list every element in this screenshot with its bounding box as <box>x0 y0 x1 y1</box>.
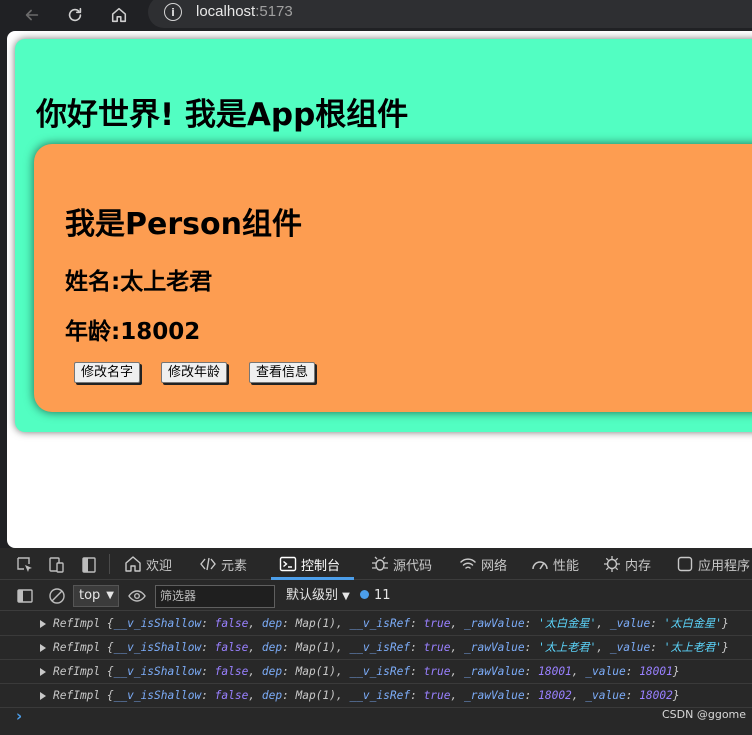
home-icon[interactable] <box>107 3 131 27</box>
reload-icon[interactable] <box>63 3 87 27</box>
tab-divider <box>109 554 110 574</box>
log-level-select[interactable]: 默认级别 ▼ <box>286 585 350 608</box>
tab-console[interactable]: 控制台 <box>270 548 355 580</box>
app-root-component: 你好世界! 我是App根组件 我是Person组件 姓名:太上老君 年龄:180… <box>15 39 752 432</box>
tab-label: 欢迎 <box>146 558 173 574</box>
devtools-tab-bar: 欢迎 元素 控制台 源代码 网络 性能 内存 应用程序 <box>0 548 752 580</box>
tab-label: 源代码 <box>393 558 433 574</box>
issue-icon <box>360 590 369 599</box>
tab-label: 应用程序 <box>698 558 751 574</box>
person-name: 姓名:太上老君 <box>65 269 213 295</box>
eye-icon[interactable] <box>128 587 146 605</box>
expand-arrow-icon[interactable] <box>40 668 46 676</box>
wifi-icon <box>460 558 476 569</box>
devtools-panel: 欢迎 元素 控制台 源代码 网络 性能 内存 应用程序 top ▼ 筛选器 默认… <box>0 548 752 735</box>
expand-arrow-icon[interactable] <box>40 644 46 652</box>
log-text: RefImpl {__v_isShallow: false, dep: Map(… <box>53 617 729 630</box>
log-text: RefImpl {__v_isShallow: false, dep: Map(… <box>53 689 680 702</box>
log-level-value: 默认级别 <box>286 588 339 603</box>
page-viewport: 你好世界! 我是App根组件 我是Person组件 姓名:太上老君 年龄:180… <box>7 31 752 548</box>
person-component: 我是Person组件 姓名:太上老君 年龄:18002 修改名字 修改年龄 查看… <box>34 144 752 412</box>
tab-application[interactable]: 应用程序 <box>676 548 750 580</box>
log-text: RefImpl {__v_isShallow: false, dep: Map(… <box>53 665 680 678</box>
application-icon <box>677 556 693 572</box>
tab-network[interactable]: 网络 <box>459 548 507 580</box>
console-log-entry[interactable]: RefImpl {__v_isShallow: false, dep: Map(… <box>0 684 752 708</box>
url-text[interactable]: localhost:5173 <box>196 3 293 21</box>
chevron-down-icon: ▼ <box>106 590 114 601</box>
tab-label: 性能 <box>553 558 580 574</box>
change-name-button[interactable]: 修改名字 <box>74 362 141 383</box>
app-title: 你好世界! 我是App根组件 <box>36 97 409 133</box>
console-filter-bar: top ▼ 筛选器 默认级别 ▼ 11 <box>0 581 752 611</box>
issues-count: 11 <box>374 588 391 603</box>
tab-sources[interactable]: 源代码 <box>371 548 432 580</box>
clear-console-icon[interactable] <box>48 587 66 605</box>
expand-arrow-icon[interactable] <box>40 692 46 700</box>
person-age: 年龄:18002 <box>65 319 201 345</box>
context-value: top <box>79 588 101 603</box>
tab-label: 元素 <box>221 558 248 574</box>
issues-counter[interactable]: 11 <box>360 585 391 607</box>
back-icon[interactable] <box>20 3 44 27</box>
console-icon <box>279 556 297 572</box>
sidebar-toggle-icon[interactable] <box>16 587 34 605</box>
device-toolbar-icon[interactable] <box>48 556 66 574</box>
console-log-entry[interactable]: RefImpl {__v_isShallow: false, dep: Map(… <box>0 636 752 660</box>
inspect-element-icon[interactable] <box>16 556 34 574</box>
console-log-entry[interactable]: RefImpl {__v_isShallow: false, dep: Map(… <box>0 660 752 684</box>
panel-layout-icon[interactable] <box>80 556 98 574</box>
context-select[interactable]: top ▼ <box>73 585 119 607</box>
watermark: CSDN @ggome <box>662 708 747 721</box>
tab-label: 网络 <box>481 558 508 574</box>
console-log-entry[interactable]: RefImpl {__v_isShallow: false, dep: Map(… <box>0 612 752 636</box>
bug-icon <box>372 556 388 571</box>
tab-performance[interactable]: 性能 <box>531 548 579 580</box>
site-info-icon[interactable]: i <box>164 3 182 21</box>
console-prompt-icon[interactable]: › <box>16 707 22 725</box>
url-port: :5173 <box>255 3 293 20</box>
show-info-button[interactable]: 查看信息 <box>249 362 316 383</box>
tab-label: 内存 <box>625 558 652 574</box>
code-icon <box>200 557 216 571</box>
home-icon <box>125 556 141 572</box>
tab-welcome[interactable]: 欢迎 <box>124 548 172 580</box>
tab-elements[interactable]: 元素 <box>199 548 247 580</box>
tab-label: 控制台 <box>301 558 341 574</box>
expand-arrow-icon[interactable] <box>40 620 46 628</box>
filter-input[interactable]: 筛选器 <box>155 585 275 608</box>
browser-toolbar: i localhost:5173 <box>0 0 752 30</box>
change-age-button[interactable]: 修改年龄 <box>161 362 228 383</box>
person-title: 我是Person组件 <box>65 207 302 242</box>
url-host: localhost <box>196 3 256 20</box>
tab-memory[interactable]: 内存 <box>603 548 651 580</box>
chevron-down-icon: ▼ <box>342 591 350 602</box>
chip-icon <box>604 556 620 572</box>
log-text: RefImpl {__v_isShallow: false, dep: Map(… <box>53 641 729 654</box>
console-output: RefImpl {__v_isShallow: false, dep: Map(… <box>0 612 752 735</box>
gauge-icon <box>532 561 548 570</box>
